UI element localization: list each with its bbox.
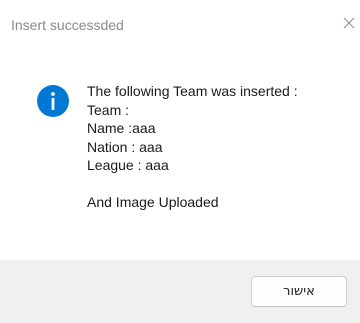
close-icon bbox=[343, 17, 355, 29]
message-line: Team : bbox=[87, 101, 130, 118]
message-line: League : aaa bbox=[87, 157, 169, 173]
message-dialog: Insert successded The following Team was… bbox=[0, 0, 360, 323]
message-line: Name :aaa bbox=[87, 120, 156, 136]
message-text: The following Team was inserted : Team :… bbox=[87, 82, 352, 212]
message-line: Nation : aaa bbox=[87, 138, 163, 155]
info-icon bbox=[37, 85, 69, 117]
ok-button[interactable]: אישור bbox=[251, 276, 347, 307]
message-line: The following Team was inserted : bbox=[87, 83, 298, 99]
message-line: And Image Uploaded bbox=[87, 194, 219, 210]
title-bar: Insert successded bbox=[0, 0, 360, 44]
dialog-content: The following Team was inserted : Team :… bbox=[0, 44, 360, 260]
close-button[interactable] bbox=[338, 6, 360, 40]
button-footer: אישור bbox=[0, 260, 360, 323]
dialog-title: Insert successded bbox=[11, 17, 124, 33]
message-line bbox=[87, 175, 352, 194]
